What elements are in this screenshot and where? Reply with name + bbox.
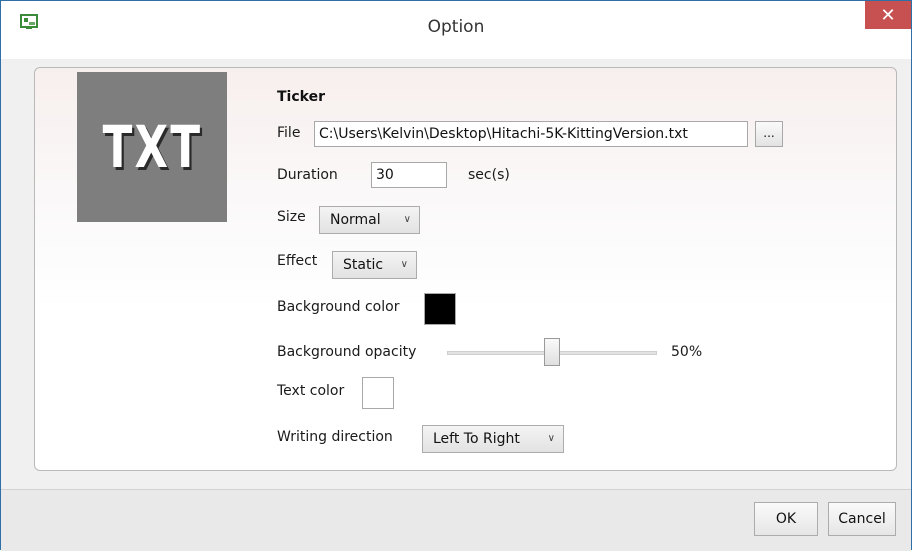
text-color-swatch[interactable] [362, 377, 394, 409]
option-dialog: Option ✕ TXT Ticker File C:\Users\Kelvin… [0, 0, 912, 551]
close-button[interactable]: ✕ [865, 1, 911, 29]
opacity-slider-handle[interactable] [544, 338, 560, 366]
size-dropdown[interactable]: Normal ∨ [319, 206, 420, 234]
effect-dropdown[interactable]: Static ∨ [332, 251, 417, 279]
cancel-button[interactable]: Cancel [828, 502, 896, 536]
effect-label: Effect [277, 253, 318, 269]
duration-unit: sec(s) [468, 167, 510, 183]
dialog-footer: OK Cancel [1, 489, 911, 551]
size-label: Size [277, 209, 306, 225]
writing-direction-label: Writing direction [277, 429, 393, 445]
title-bar: Option ✕ [1, 1, 911, 59]
background-color-swatch[interactable] [424, 293, 456, 325]
ok-button[interactable]: OK [754, 502, 818, 536]
file-label: File [277, 125, 301, 141]
effect-value: Static [343, 257, 384, 273]
duration-input[interactable]: 30 [371, 162, 447, 188]
background-color-label: Background color [277, 299, 400, 315]
size-value: Normal [330, 212, 381, 228]
writing-direction-dropdown[interactable]: Left To Right ∨ [422, 425, 564, 453]
background-opacity-label: Background opacity [277, 344, 417, 360]
close-icon: ✕ [880, 4, 896, 26]
browse-button[interactable]: ... [755, 121, 783, 147]
chevron-down-icon: ∨ [547, 433, 555, 444]
thumbnail-label: TXT [102, 113, 202, 181]
opacity-value: 50% [671, 344, 703, 360]
chevron-down-icon: ∨ [400, 259, 408, 270]
file-path-field[interactable]: C:\Users\Kelvin\Desktop\Hitachi-5K-Kitti… [314, 121, 748, 147]
writing-direction-value: Left To Right [433, 431, 520, 447]
txt-thumbnail: TXT [77, 72, 227, 222]
section-heading: Ticker [277, 89, 325, 105]
window-title: Option [427, 17, 485, 37]
text-color-label: Text color [277, 383, 345, 399]
duration-label: Duration [277, 167, 338, 183]
chevron-down-icon: ∨ [403, 214, 411, 225]
